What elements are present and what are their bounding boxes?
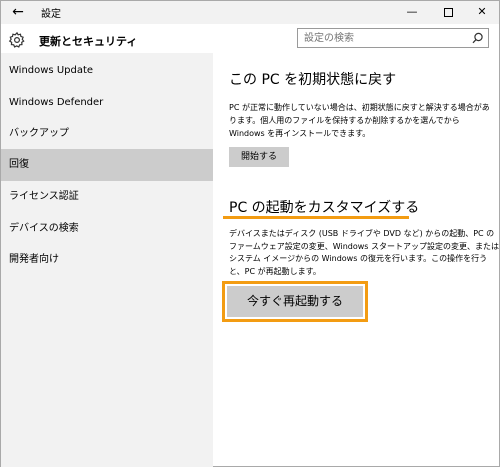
sidebar: Windows Update Windows Defender バックアップ 回…: [1, 53, 213, 467]
title-bar: ← 設定 — ✕: [1, 1, 499, 24]
maximize-button[interactable]: [433, 1, 463, 23]
gear-icon: [8, 31, 25, 48]
advanced-startup-description: デバイスまたはディスク (USB ドライブや DVD など) からの起動、PC …: [229, 229, 500, 276]
sidebar-item-recovery[interactable]: 回復: [1, 149, 213, 181]
search-icon[interactable]: [472, 32, 484, 44]
advanced-startup-heading: PC の起動をカスタマイズする: [229, 200, 420, 216]
settings-window: ← 設定 — ✕ 更新とセキュリティ Windows Update Window…: [0, 0, 500, 467]
sidebar-item-windows-update[interactable]: Windows Update: [1, 55, 213, 87]
sidebar-item-backup[interactable]: バックアップ: [1, 118, 213, 150]
reset-description: PC が正常に動作していない場合は、初期状態に戻すと解決する場合があります。個人…: [229, 103, 490, 138]
main-content: この PC を初期状態に戻す PC が正常に動作していない場合は、初期状態に戻す…: [213, 53, 499, 467]
maximize-icon: [443, 7, 453, 17]
close-button[interactable]: ✕: [467, 1, 497, 23]
sidebar-item-find-my-device[interactable]: デバイスの検索: [1, 213, 213, 245]
search-input[interactable]: [298, 29, 468, 47]
sidebar-item-for-developers[interactable]: 開発者向け: [1, 244, 213, 276]
sidebar-item-windows-defender[interactable]: Windows Defender: [1, 87, 213, 119]
restart-now-button[interactable]: 今すぐ再起動する: [227, 286, 363, 317]
reset-heading: この PC を初期状態に戻す: [229, 72, 397, 88]
minimize-button[interactable]: —: [397, 1, 427, 23]
start-button[interactable]: 開始する: [229, 147, 289, 167]
highlight-underline: [223, 216, 409, 219]
window-title: 設定: [41, 9, 61, 20]
back-arrow-icon[interactable]: ←: [7, 2, 29, 22]
page-title: 更新とセキュリティ: [39, 35, 138, 48]
search-box[interactable]: [297, 28, 489, 48]
sidebar-item-activation[interactable]: ライセンス認証: [1, 181, 213, 213]
